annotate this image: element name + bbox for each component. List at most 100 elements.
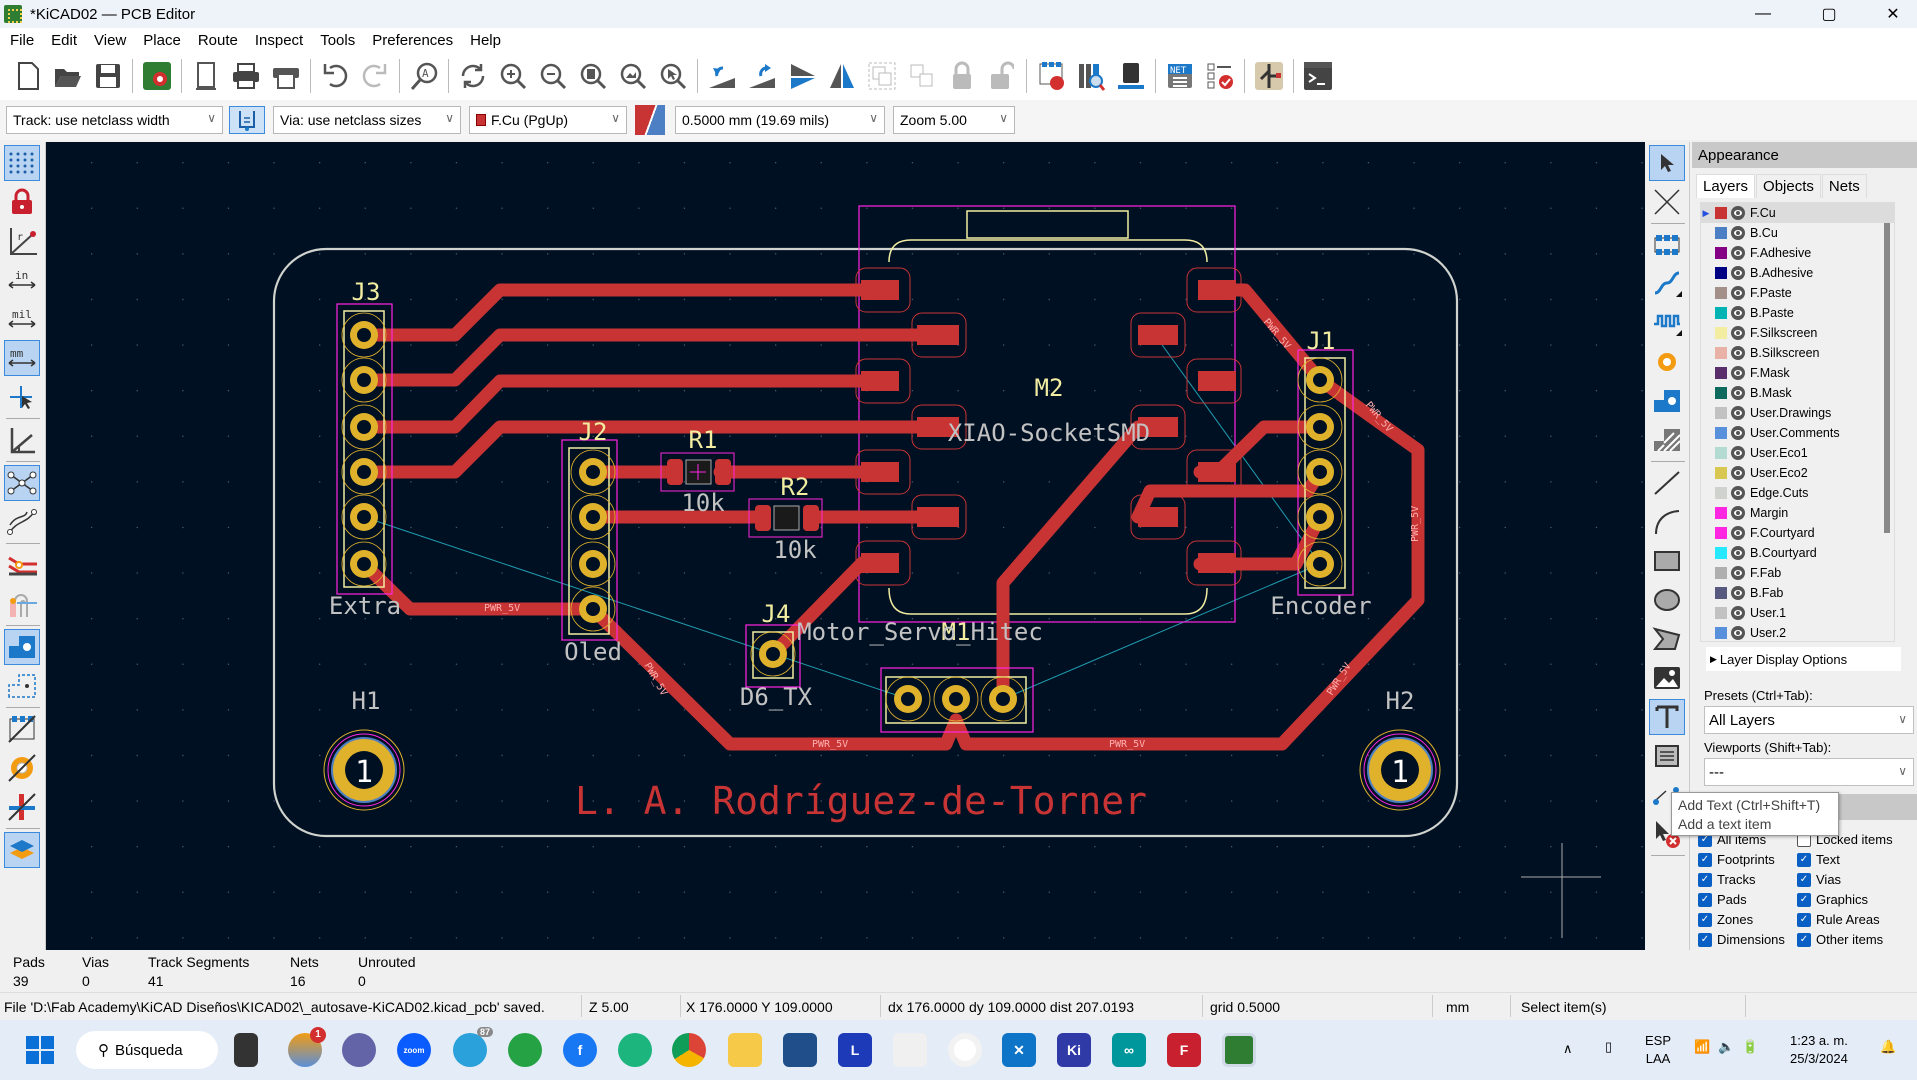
layer-row[interactable]: B.Courtyard <box>1701 543 1894 563</box>
zoom-in-icon[interactable] <box>495 58 531 94</box>
pcb-drawing[interactable]: 1 1 PWR_5V PWR_5V PWR_5V PWR_5V PWR_5V P… <box>46 142 1645 950</box>
filter-checkbox[interactable]: ✓ Text <box>1797 852 1840 867</box>
open-icon[interactable] <box>50 58 86 94</box>
layer-color-swatch[interactable] <box>1715 507 1727 519</box>
layer-color-swatch[interactable] <box>1715 407 1727 419</box>
auto-track-width-toggle[interactable] <box>229 106 265 134</box>
layer-row[interactable]: User.1 <box>1701 603 1894 623</box>
eye-icon[interactable] <box>1731 346 1745 360</box>
maximize-button[interactable]: ▢ <box>1806 0 1852 28</box>
track-clearance-icon[interactable] <box>4 586 40 622</box>
footprint-browser-icon[interactable] <box>1073 58 1109 94</box>
battery-device-icon[interactable]: ▯ <box>1605 1038 1612 1056</box>
zoom-objects-icon[interactable] <box>615 58 651 94</box>
eye-icon[interactable] <box>1731 606 1745 620</box>
layer-row[interactable]: F.Silkscreen <box>1701 323 1894 343</box>
draw-arc-icon[interactable] <box>1649 504 1685 540</box>
layer-row[interactable]: F.Adhesive <box>1701 243 1894 263</box>
net-highlight-icon[interactable] <box>4 547 40 583</box>
filter-checkbox[interactable]: ✓ Zones <box>1698 912 1753 927</box>
layer-color-swatch[interactable] <box>1715 207 1727 219</box>
filter-checkbox[interactable]: ✓ Rule Areas <box>1797 912 1880 927</box>
plot-icon[interactable] <box>268 58 304 94</box>
show-hidden-icons[interactable]: ∧ <box>1563 1040 1573 1058</box>
layer-row[interactable]: B.Adhesive <box>1701 263 1894 283</box>
tab-layers[interactable]: Layers <box>1696 174 1756 198</box>
draw-rectangle-icon[interactable] <box>1649 543 1685 579</box>
zoom-app-icon[interactable]: zoom <box>397 1033 431 1067</box>
layer-color-swatch[interactable] <box>1715 427 1727 439</box>
print-icon[interactable] <box>228 58 264 94</box>
pcb-canvas[interactable]: 1 1 PWR_5V PWR_5V PWR_5V PWR_5V PWR_5V P… <box>46 142 1645 950</box>
volume-icon[interactable]: 🔈 <box>1718 1038 1734 1056</box>
redo-icon[interactable] <box>357 58 393 94</box>
3d-viewer-icon[interactable] <box>1113 58 1149 94</box>
checkbox-icon[interactable]: ✓ <box>1698 872 1712 887</box>
lock-icon[interactable] <box>944 58 980 94</box>
vscode-icon[interactable]: ✕ <box>1002 1033 1036 1067</box>
battery-icon[interactable]: 🔋 <box>1742 1038 1758 1056</box>
snipping-tool-icon[interactable] <box>893 1033 927 1067</box>
layer-row[interactable]: B.Mask <box>1701 383 1894 403</box>
eye-icon[interactable] <box>1731 566 1745 580</box>
ratsnest-toggle-icon[interactable] <box>4 465 40 501</box>
layer-color-swatch[interactable] <box>1715 267 1727 279</box>
grid-toggle-icon[interactable] <box>4 145 40 181</box>
layer-select[interactable]: F.Cu (PgUp) ∨ <box>469 106 627 134</box>
footprint-editor-icon[interactable] <box>1033 58 1069 94</box>
task-view-icon[interactable] <box>234 1033 258 1067</box>
add-footprint-icon[interactable] <box>1649 227 1685 263</box>
draw-polygon-icon[interactable] <box>1649 621 1685 657</box>
checkbox-icon[interactable]: ✓ <box>1797 892 1811 907</box>
mirror-icon[interactable] <box>824 58 860 94</box>
draw-line-icon[interactable] <box>1649 465 1685 501</box>
rotate-cw-icon[interactable] <box>744 58 780 94</box>
layer-color-swatch[interactable] <box>1715 527 1727 539</box>
eye-icon[interactable] <box>1731 526 1745 540</box>
layer-row[interactable]: B.Fab <box>1701 583 1894 603</box>
eye-icon[interactable] <box>1731 206 1745 220</box>
add-image-icon[interactable] <box>1649 660 1685 696</box>
viewports-select[interactable]: --- ∨ <box>1704 758 1914 786</box>
checkbox-icon[interactable]: ✓ <box>1698 932 1712 947</box>
netlist-icon[interactable]: NET <box>1162 58 1198 94</box>
l-app-icon[interactable]: L <box>838 1033 872 1067</box>
layer-list-scrollbar[interactable] <box>1884 223 1890 533</box>
eye-icon[interactable] <box>1731 366 1745 380</box>
blender-like-icon[interactable] <box>948 1033 982 1067</box>
filter-checkbox[interactable]: ✓ Vias <box>1797 872 1841 887</box>
units-mm-icon[interactable]: mm <box>4 340 40 376</box>
notifications-icon[interactable]: 🔔 <box>1880 1038 1896 1056</box>
menu-place[interactable]: Place <box>136 32 188 49</box>
units-inches-icon[interactable]: in <box>4 262 40 298</box>
facebook-icon[interactable]: f <box>563 1033 597 1067</box>
eye-icon[interactable] <box>1731 546 1745 560</box>
unlock-icon[interactable] <box>984 58 1020 94</box>
layer-row[interactable]: B.Paste <box>1701 303 1894 323</box>
select-tool-icon[interactable] <box>1649 145 1685 181</box>
ungroup-icon[interactable] <box>904 58 940 94</box>
layer-color-swatch[interactable] <box>1715 567 1727 579</box>
add-pad-icon[interactable] <box>1649 383 1685 419</box>
drc-icon[interactable] <box>1202 58 1238 94</box>
layer-row[interactable]: B.Cu <box>1701 223 1894 243</box>
checkbox-icon[interactable]: ✓ <box>1797 932 1811 947</box>
cursor-crosshair-icon[interactable] <box>4 379 40 415</box>
chrome-icon[interactable] <box>672 1033 706 1067</box>
flip-icon[interactable] <box>784 58 820 94</box>
add-text-icon[interactable] <box>1649 699 1685 735</box>
layer-color-swatch[interactable] <box>1715 447 1727 459</box>
menu-inspect[interactable]: Inspect <box>248 32 310 49</box>
menu-view[interactable]: View <box>87 32 133 49</box>
eye-icon[interactable] <box>1731 466 1745 480</box>
tab-nets[interactable]: Nets <box>1821 174 1867 198</box>
layer-color-swatch[interactable] <box>1715 487 1727 499</box>
file-explorer-icon[interactable] <box>728 1033 762 1067</box>
eye-icon[interactable] <box>1731 406 1745 420</box>
kicad-icon[interactable]: Ki <box>1057 1033 1091 1067</box>
eye-icon[interactable] <box>1731 586 1745 600</box>
tune-length-icon[interactable] <box>1649 305 1685 341</box>
eye-icon[interactable] <box>1731 226 1745 240</box>
track-width-select[interactable]: Track: use netclass width ∨ <box>6 106 223 134</box>
filter-checkbox[interactable]: ✓ Pads <box>1698 892 1747 907</box>
